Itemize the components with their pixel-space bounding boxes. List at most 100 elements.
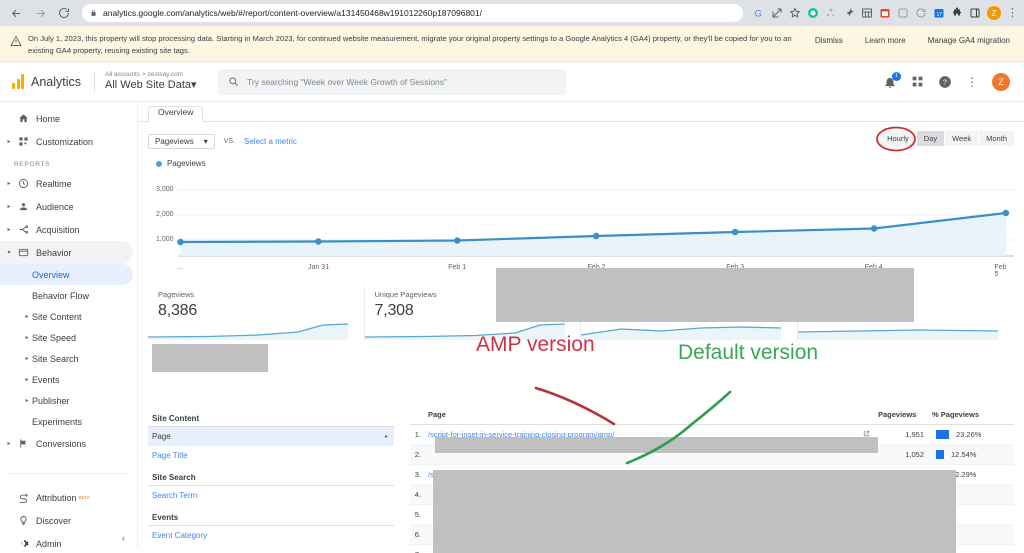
row-index: 1. [410,424,424,445]
ga4-migration-notice: On July 1, 2023, this property will stop… [0,26,1024,62]
header-kebab-menu-icon[interactable]: ⋮ [966,76,978,88]
dimension-label: Event Category [152,531,208,540]
chevron-left-icon[interactable]: ‹ [122,533,125,543]
sidebar-item-behavior-flow[interactable]: Behavior Flow [0,285,137,306]
square-extension-icon[interactable] [897,7,909,19]
dimension-group-title: AdSense [148,545,394,553]
grammarly-icon[interactable] [807,7,819,19]
row-pct: 12.54% [928,444,1014,465]
table-header-pageviews[interactable]: Pageviews [874,406,928,425]
sidebar-toggle-icon[interactable] [969,7,981,19]
sidebar-item-realtime[interactable]: ▸ Realtime [0,172,137,195]
sidebar-item-customization-label: Customization [36,136,94,147]
chart-controls: Pageviews ▾ VS. Select a metric Hourly D… [148,126,1014,152]
sidebar-item-publisher[interactable]: ▸ Publisher [0,390,137,411]
omnibox[interactable]: analytics.google.com/analytics/web/#/rep… [82,4,743,22]
dimension-page-title[interactable]: Page Title [148,446,394,465]
home-icon [14,113,32,124]
sidebar-item-customization[interactable]: ▸ Customization [0,130,137,153]
help-circle-icon[interactable]: ? [938,75,952,89]
search-input[interactable]: Try searching "Week over Week Growth of … [218,68,566,95]
apps-grid-icon[interactable] [911,75,924,88]
sidebar-item-audience[interactable]: ▸ Audience [0,195,137,218]
sidebar-item-experiments[interactable]: Experiments [0,411,137,432]
sidebar-item-events[interactable]: ▸ Events [0,369,137,390]
tab-overview[interactable]: Overview [148,106,204,122]
chevron-right-icon: ▸ [7,227,11,233]
sidebar-item-admin[interactable]: Admin [0,532,137,553]
share-icon[interactable] [771,7,783,19]
dimension-event-category[interactable]: Event Category [148,526,394,545]
browser-toolbar: analytics.google.com/analytics/web/#/rep… [0,0,1024,26]
tabbar: Overview [138,102,1024,122]
granularity-hourly[interactable]: Hourly [880,131,916,146]
forward-arrow-icon[interactable] [30,3,50,23]
sidebar-item-behavior[interactable]: ▾ Behavior [0,241,133,264]
refresh-extension-icon[interactable] [915,7,927,19]
granularity-month[interactable]: Month [979,131,1014,146]
back-arrow-icon[interactable] [6,3,26,23]
bell-icon[interactable]: 1 [883,71,901,89]
google-icon[interactable]: G [753,7,765,20]
redaction-box-metrics [496,268,914,322]
table-header-page[interactable]: Page [424,406,838,425]
chrome-profile-avatar[interactable]: Z [987,6,1001,20]
notification-badge: 1 [892,71,901,81]
dimension-label: Page [152,432,171,441]
row-index: 2. [410,444,424,465]
left-sidebar: Home ▸ Customization REPORTS ▸ Realtime … [0,102,138,549]
sidebar-item-attribution[interactable]: Attribution BETA [0,486,137,509]
dimension-group-title: Events [148,505,394,526]
search-icon [229,77,238,86]
table-header-pct-pageviews[interactable]: % Pageviews [928,406,1014,425]
row-index: 4. [410,484,424,505]
metric-selector[interactable]: Pageviews ▾ [148,133,215,149]
sidebar-item-overview[interactable]: Overview [0,264,133,285]
granularity-week[interactable]: Week [945,131,979,146]
summary-card-pageviews[interactable]: Pageviews 8,386 [148,286,365,340]
pageviews-line-chart[interactable]: 3,000 2,000 1,000 [148,170,1014,262]
grid-extension-icon[interactable] [861,7,873,19]
row-index: 3. [410,464,424,485]
kebab-menu-icon[interactable]: ⋮ [1007,7,1018,19]
sidebar-item-conversions[interactable]: ▸ Conversions [0,432,137,455]
sidebar-item-home[interactable]: Home [0,107,137,130]
dimension-label: Search Term [152,491,198,500]
chevron-down-icon: ▾ [203,136,208,146]
sidebar-item-site-speed[interactable]: ▸ Site Speed [0,327,137,348]
analytics-logo[interactable]: Analytics [10,74,88,89]
warning-triangle-icon [10,33,24,52]
sidebar-item-discover[interactable]: Discover [0,509,137,532]
chevron-right-icon: ▸ [7,139,11,145]
vs-label: VS. [223,137,235,145]
learn-more-link[interactable]: Learn more [865,36,906,45]
pin-icon[interactable] [843,7,855,19]
manage-ga4-migration-link[interactable]: Manage GA4 migration [928,36,1010,45]
customization-icon [14,136,32,147]
sidebar-item-site-content[interactable]: ▸ Site Content [0,306,137,327]
calendar-blue-icon[interactable]: 17 [933,7,945,19]
reload-icon[interactable] [54,3,74,23]
legend-dot-pageviews [156,160,162,167]
puzzle-piece-icon[interactable] [951,7,963,19]
row-index: 7. [410,544,424,553]
dismiss-button[interactable]: Dismiss [815,36,843,45]
legend-label-pageviews: Pageviews [167,159,206,168]
sparkle-icon[interactable] [825,7,837,19]
account-selector[interactable]: All accounts > zestsay.com All Web Site … [94,71,204,92]
behavior-icon [14,247,32,258]
select-a-metric-link[interactable]: Select a metric [244,137,297,146]
dimension-page[interactable]: Page ▸ [148,427,394,446]
row-pct: 23.26% [928,424,1014,445]
x-tick-0: ... [177,264,183,271]
redaction-box-row2 [435,437,878,453]
granularity-day[interactable]: Day [916,131,945,146]
sidebar-item-acquisition[interactable]: ▸ Acquisition [0,218,137,241]
calendar-extension-icon[interactable] [879,7,891,19]
dimension-search-term[interactable]: Search Term [148,486,394,505]
sidebar-item-site-search[interactable]: ▸ Site Search [0,348,137,369]
bookmark-star-icon[interactable] [789,7,801,19]
sparkline [581,326,781,340]
user-avatar[interactable]: Z [992,72,1010,91]
redaction-box-adsense [152,344,268,372]
